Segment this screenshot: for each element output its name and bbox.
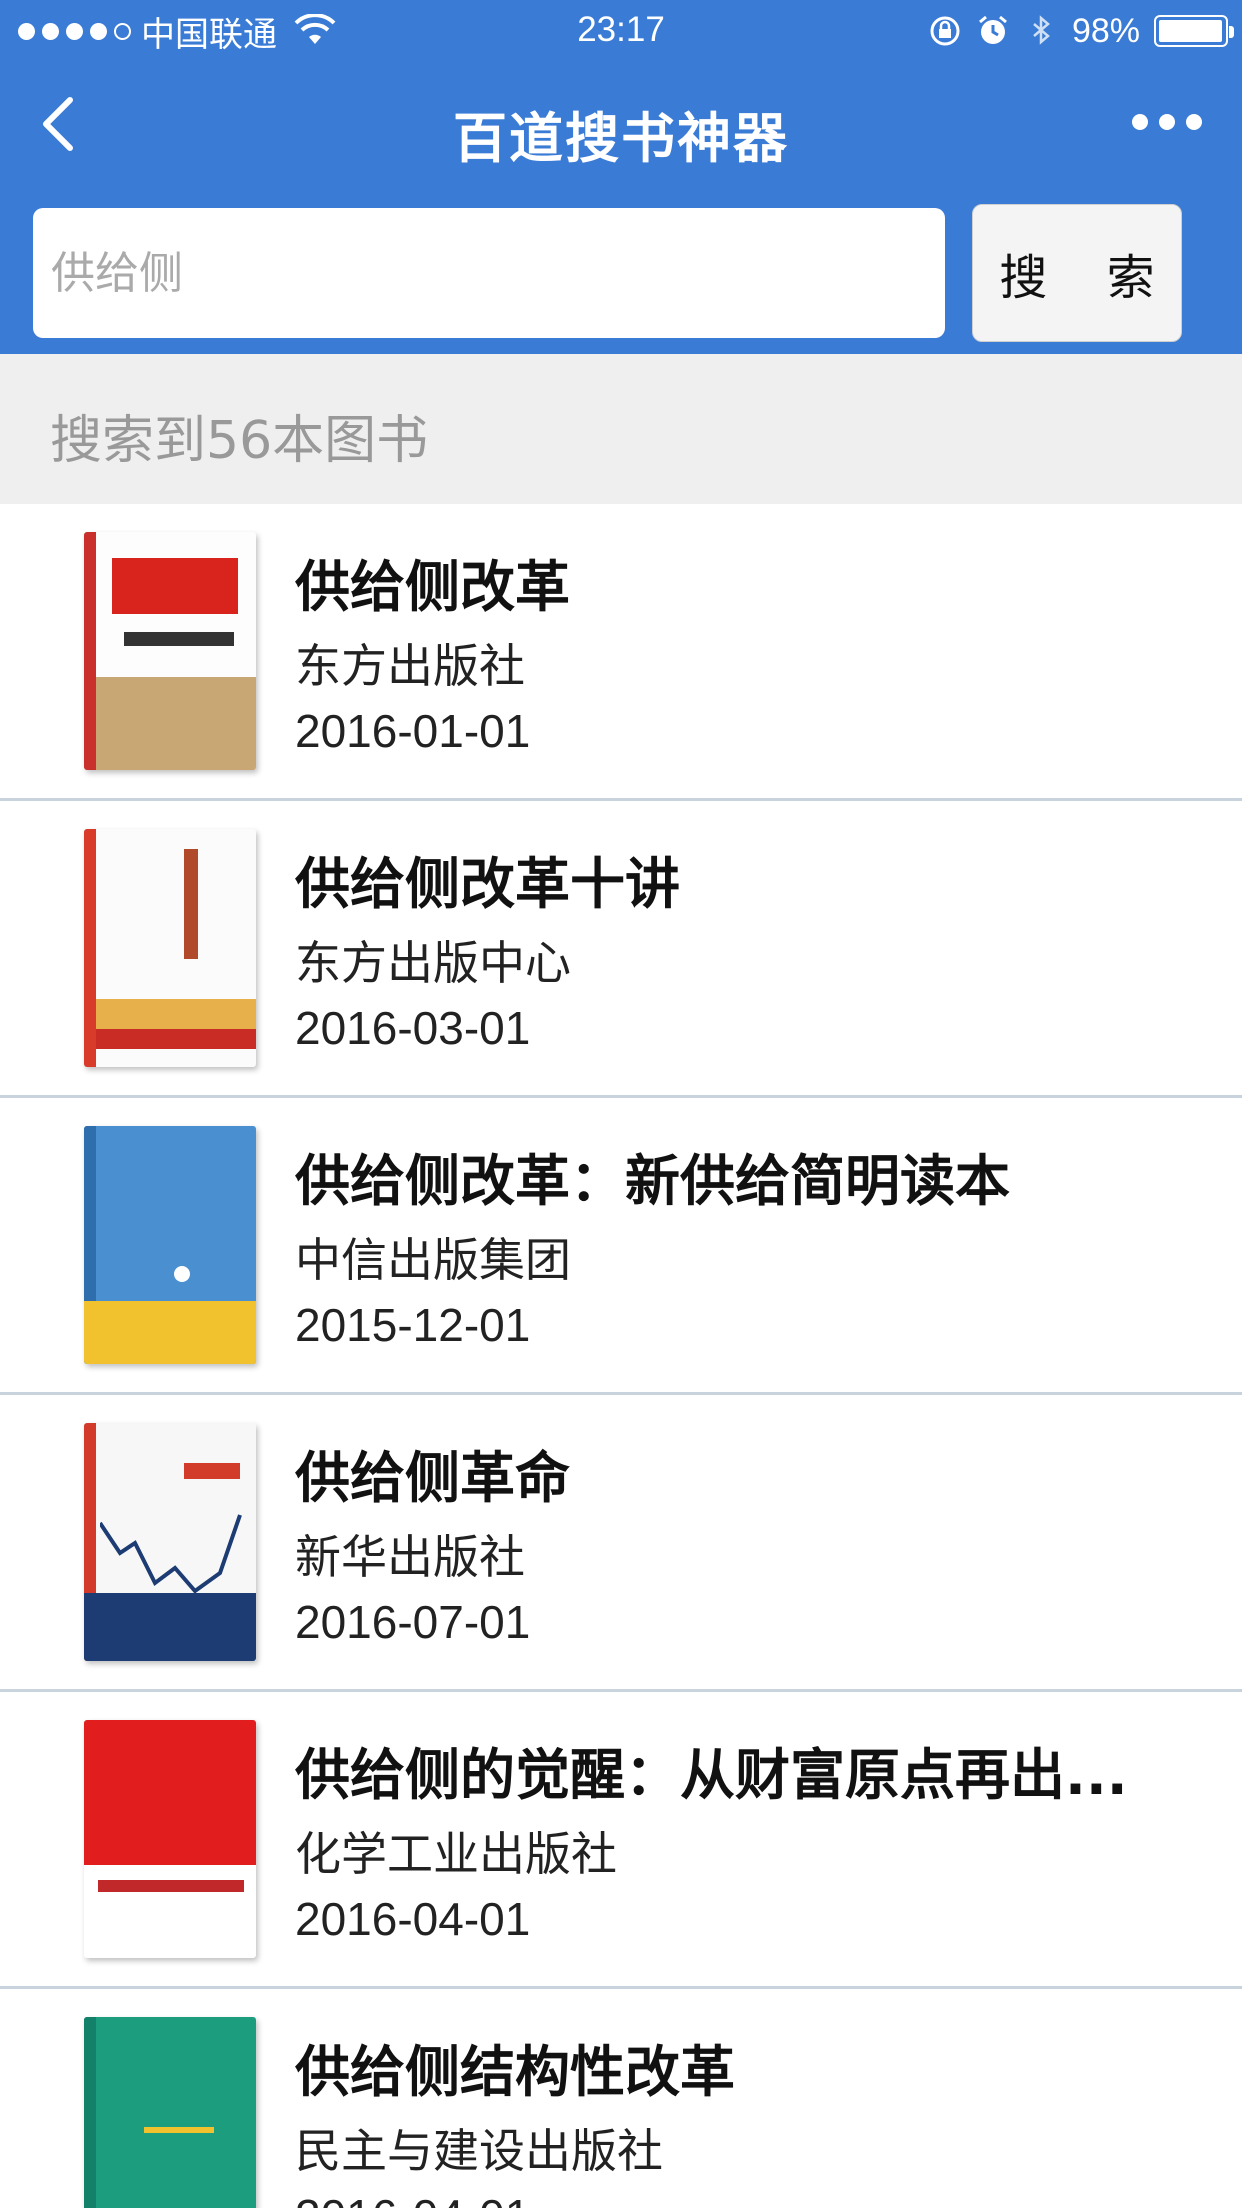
book-item[interactable]: 供给侧的觉醒：从财富原点再出... 化学工业出版社 2016-04-01 xyxy=(0,1692,1242,1989)
results-count: 搜索到56本图书 xyxy=(50,411,429,471)
book-publisher: 化学工业出版社 xyxy=(295,1827,617,1881)
bluetooth-icon xyxy=(1033,15,1050,45)
results-count-bar: 搜索到56本图书 xyxy=(0,354,1242,504)
status-bar-right: 98% xyxy=(928,10,1234,52)
book-publisher: 东方出版中心 xyxy=(295,936,571,990)
book-cover-image xyxy=(84,2017,256,2208)
book-title: 供给侧的觉醒：从财富原点再出... xyxy=(295,1743,1128,1807)
book-title: 供给侧改革 xyxy=(295,555,571,619)
book-publisher: 中信出版集团 xyxy=(295,1233,571,1287)
page-title: 百道搜书神器 xyxy=(453,107,789,170)
book-item[interactable]: 供给侧改革 东方出版社 2016-01-01 xyxy=(0,504,1242,801)
book-publisher: 新华出版社 xyxy=(295,1530,525,1584)
book-date: 2016-04-01 xyxy=(295,2189,530,2208)
book-title: 供给侧改革：新供给简明读本 xyxy=(295,1149,1011,1213)
battery-fill xyxy=(1159,20,1222,42)
book-cover-image xyxy=(84,1720,256,1958)
book-date: 2016-03-01 xyxy=(295,1002,531,1054)
book-item[interactable]: 供给侧革命 新华出版社 2016-07-01 xyxy=(0,1395,1242,1692)
book-title: 供给侧改革十讲 xyxy=(295,852,681,916)
search-button[interactable]: 搜 索 xyxy=(972,204,1182,342)
book-title: 供给侧结构性改革 xyxy=(295,2040,736,2104)
book-item[interactable]: 供给侧结构性改革 民主与建设出版社 2016-04-01 xyxy=(0,1989,1242,2208)
book-item[interactable]: 供给侧改革十讲 东方出版中心 2016-03-01 xyxy=(0,801,1242,1098)
search-bar: 搜 索 xyxy=(0,190,1242,354)
battery-percentage: 98% xyxy=(1071,11,1140,50)
battery-icon xyxy=(1154,15,1234,47)
book-date: 2016-04-01 xyxy=(295,1893,531,1945)
book-publisher: 民主与建设出版社 xyxy=(295,2124,663,2178)
book-date: 2015-12-01 xyxy=(295,1299,531,1351)
more-options-icon[interactable] xyxy=(1132,114,1202,130)
alarm-icon xyxy=(978,15,1007,44)
book-publisher: 东方出版社 xyxy=(295,639,525,693)
book-cover-image xyxy=(84,1423,256,1661)
orientation-lock-icon xyxy=(930,16,960,46)
book-cover-image xyxy=(84,829,256,1067)
search-input[interactable] xyxy=(33,208,945,338)
status-bar: 中国联通 23:17 98% xyxy=(0,0,1242,62)
nav-bar: 百道搜书神器 xyxy=(0,62,1242,190)
book-date: 2016-07-01 xyxy=(295,1596,531,1648)
book-list: 供给侧改革 东方出版社 2016-01-01 供给侧改革十讲 东方出版中心 20… xyxy=(0,504,1242,2208)
book-cover-image xyxy=(84,1126,256,1364)
book-title: 供给侧革命 xyxy=(295,1446,571,1510)
book-cover-image xyxy=(84,532,256,770)
book-date: 2016-01-01 xyxy=(295,705,531,757)
book-item[interactable]: 供给侧改革：新供给简明读本 中信出版集团 2015-12-01 xyxy=(0,1098,1242,1395)
